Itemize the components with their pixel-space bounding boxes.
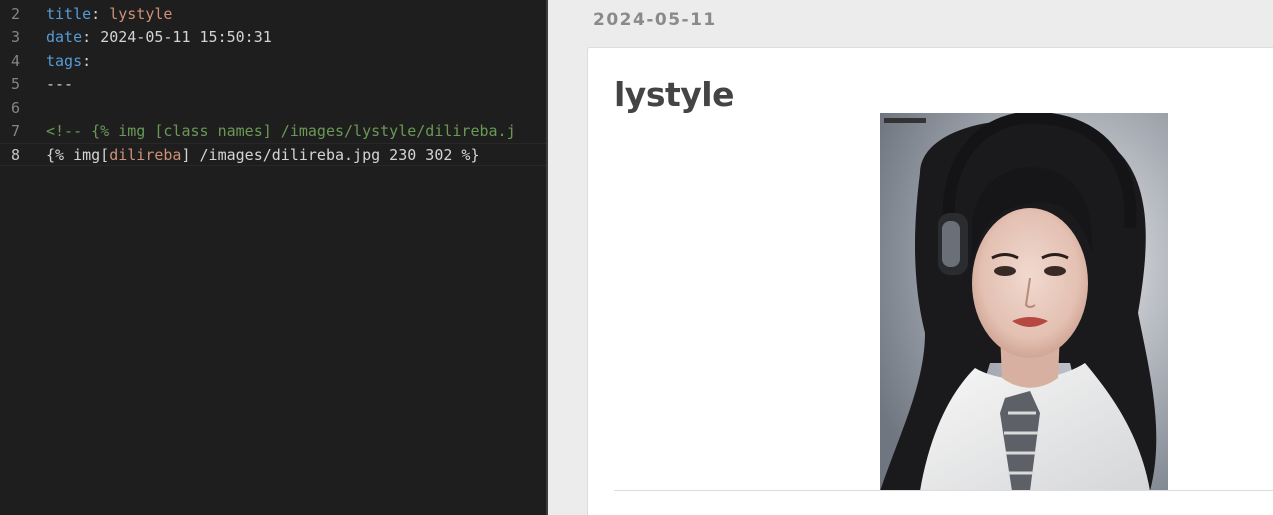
code-editor[interactable]: 2 title: lystyle 3 date: 2024-05-11 15:50:3… [0,0,546,515]
code-token: {% img[ [46,146,110,165]
code-token: : [82,28,101,47]
post-card: lystyle [587,47,1273,515]
code-token: date [46,28,83,47]
line-number: 4 [10,51,20,70]
code-line[interactable]: 8 {% img[dilireba] /images/dilireba.jpg 2… [0,143,546,167]
line-code: {% img[dilireba] /images/dilireba.jpg 23… [46,144,479,167]
code-line[interactable]: 4 tags: [0,50,546,73]
post-title: lystyle [614,75,734,114]
markdown-preview: 2024-05-11 lystyle [548,0,1273,515]
code-line[interactable]: 2 title: lystyle [0,3,546,26]
line-code: <!-- {% img [class names] /images/lystyl… [46,120,516,143]
line-number: 2 [10,5,20,23]
code-token: : [91,5,110,23]
code-line[interactable]: 6 [0,97,546,120]
code-line[interactable]: 5 --- [0,73,546,96]
code-line[interactable]: 3 date: 2024-05-11 15:50:31 [0,26,546,49]
code-token: lystyle [109,5,173,23]
line-number: 6 [10,98,20,117]
line-code: title: lystyle [46,3,172,26]
code-token: tags [46,51,83,70]
line-code: --- [46,73,73,96]
line-code: tags: [46,50,91,73]
code-token: dilireba [109,146,182,165]
code-token: 2024-05-11 15:50:31 [100,28,272,47]
line-number: 5 [10,75,20,94]
code-token: --- [46,75,74,94]
post-image [880,113,1168,491]
line-number: 3 [10,28,20,47]
post-date: 2024-05-11 [593,10,717,30]
code-token: title [46,5,92,23]
code-line[interactable]: 7 <!-- {% img [class names] /images/lysty… [0,120,546,143]
line-number: 7 [10,122,20,140]
code-token: ] /images/dilireba.jpg 230 302 %} [181,146,480,165]
code-token: <!-- {% img [class names] /images/lystyl… [46,122,516,140]
content-divider [614,490,1273,491]
line-number: 8 [10,146,20,165]
code-token: : [82,51,92,70]
line-code: date: 2024-05-11 15:50:31 [46,26,272,49]
